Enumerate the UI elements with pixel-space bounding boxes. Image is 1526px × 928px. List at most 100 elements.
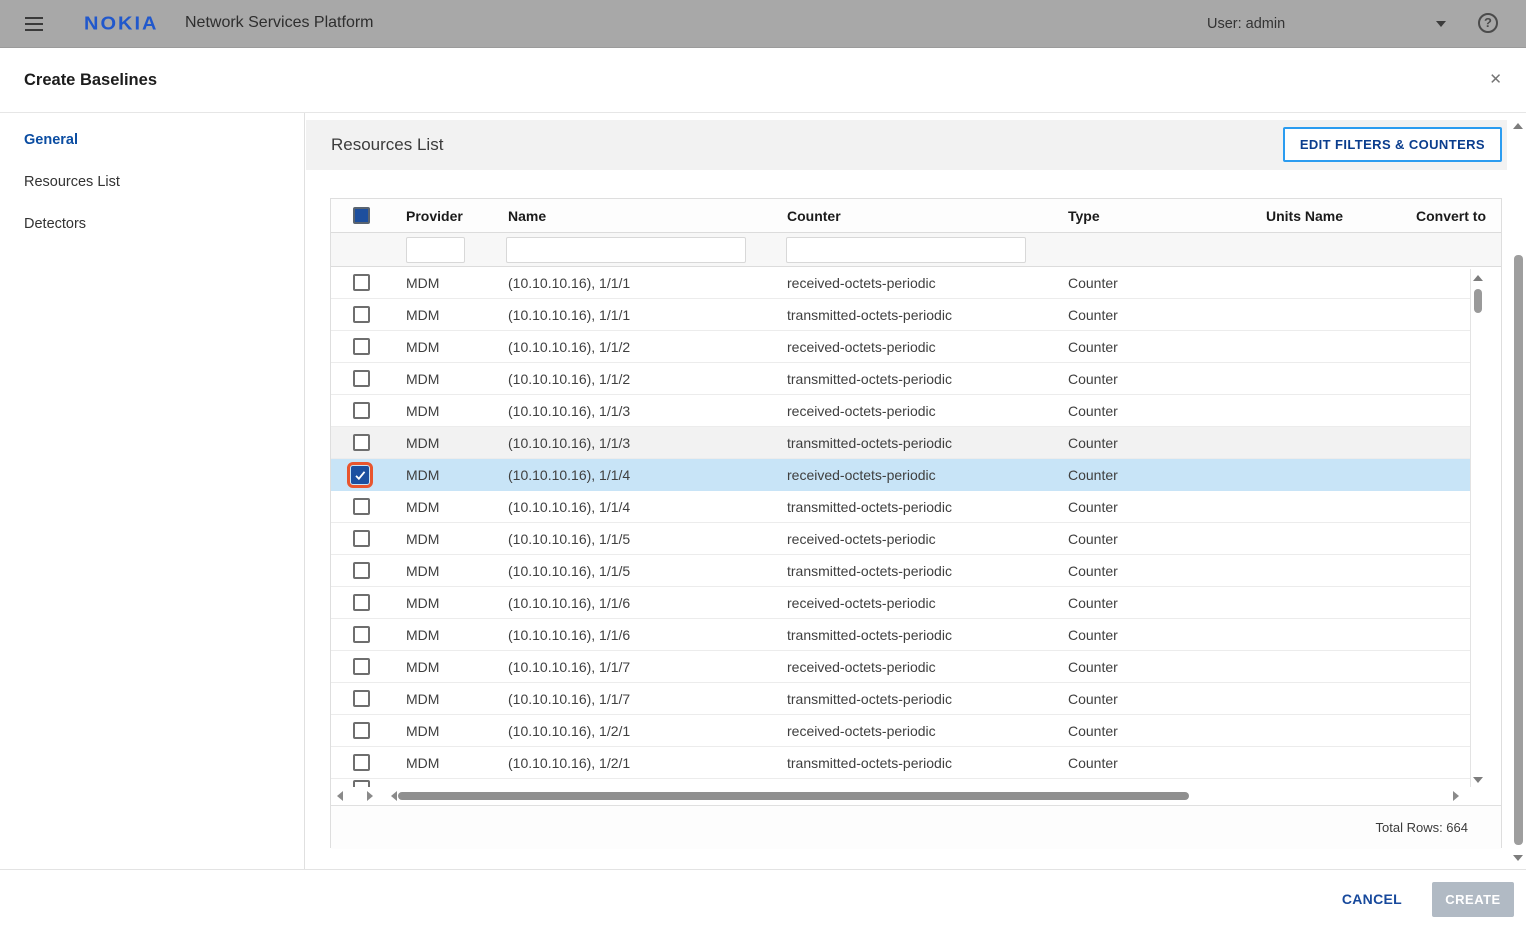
row-checkbox[interactable]: [353, 626, 370, 643]
user-menu-caret-icon[interactable]: [1436, 21, 1446, 27]
section-title: Resources List: [331, 135, 443, 155]
close-icon[interactable]: ✕: [1489, 70, 1502, 88]
column-header-units-name[interactable]: Units Name: [1266, 199, 1416, 232]
column-header-type[interactable]: Type: [1068, 199, 1266, 232]
row-checkbox[interactable]: [353, 338, 370, 355]
cell-counter: received-octets-periodic: [787, 651, 1068, 682]
cell-units: [1266, 299, 1416, 330]
nokia-logo: NOKIA: [84, 14, 158, 35]
table-row[interactable]: MDM(10.10.10.16), 1/1/3transmitted-octet…: [331, 427, 1470, 459]
cell-name: (10.10.10.16), 1/1/4: [508, 491, 787, 522]
table-row[interactable]: MDM(10.10.10.16), 1/1/2transmitted-octet…: [331, 363, 1470, 395]
cell-type: Counter: [1068, 363, 1266, 394]
cell-provider: MDM: [406, 619, 508, 650]
cell-provider: MDM: [406, 523, 508, 554]
cell-provider: MDM: [406, 555, 508, 586]
cell-counter: transmitted-octets-periodic: [787, 683, 1068, 714]
row-checkbox[interactable]: [353, 722, 370, 739]
cell-provider: MDM: [406, 331, 508, 362]
select-all-checkbox[interactable]: [353, 207, 370, 224]
cell-convert: [1416, 587, 1501, 618]
row-checkbox[interactable]: [353, 530, 370, 547]
column-header-convert-to[interactable]: Convert to: [1416, 199, 1501, 232]
table-row[interactable]: MDM(10.10.10.16), 1/1/7transmitted-octet…: [331, 683, 1470, 715]
edit-filters-counters-button[interactable]: EDIT FILTERS & COUNTERS: [1283, 127, 1502, 162]
table-row[interactable]: MDM(10.10.10.16), 1/1/5transmitted-octet…: [331, 555, 1470, 587]
row-checkbox[interactable]: [353, 274, 370, 291]
cell-type: Counter: [1068, 395, 1266, 426]
row-checkbox-checked[interactable]: [351, 466, 369, 484]
row-checkbox[interactable]: [353, 594, 370, 611]
cell-convert: [1416, 619, 1501, 650]
cell-provider: MDM: [406, 459, 508, 490]
scroll-down-icon[interactable]: [1473, 777, 1483, 783]
row-checkbox[interactable]: [353, 658, 370, 675]
cell-type: Counter: [1068, 747, 1266, 778]
vertical-scroll-thumb[interactable]: [1474, 289, 1482, 313]
table-row[interactable]: MDM(10.10.10.16), 1/1/6received-octets-p…: [331, 587, 1470, 619]
column-header-counter[interactable]: Counter: [787, 199, 1068, 232]
cell-name: (10.10.10.16), 1/2/1: [508, 715, 787, 746]
row-checkbox[interactable]: [353, 402, 370, 419]
row-checkbox[interactable]: [353, 434, 370, 451]
row-checkbox[interactable]: [353, 370, 370, 387]
cell-convert: [1416, 555, 1501, 586]
name-filter-input[interactable]: [506, 237, 746, 263]
horizontal-scroll-thumb[interactable]: [398, 792, 1189, 800]
table-vertical-scrollbar: [1470, 269, 1485, 787]
cell-type: Counter: [1068, 299, 1266, 330]
pinned-scroll-left-icon[interactable]: [337, 791, 343, 801]
row-checkbox[interactable]: [353, 754, 370, 771]
cell-convert: [1416, 427, 1501, 458]
column-header-name[interactable]: Name: [508, 199, 787, 232]
cell-units: [1266, 459, 1416, 490]
help-icon[interactable]: ?: [1478, 13, 1498, 33]
sidebar-item-general[interactable]: General: [24, 132, 304, 154]
cell-name: (10.10.10.16), 1/1/1: [508, 267, 787, 298]
cell-convert: [1416, 267, 1501, 298]
cell-type: Counter: [1068, 491, 1266, 522]
dialog-scroll-up-icon[interactable]: [1513, 123, 1523, 129]
row-checkbox[interactable]: [353, 306, 370, 323]
sidebar-item-resources-list[interactable]: Resources List: [24, 174, 304, 196]
row-checkbox[interactable]: [353, 780, 370, 787]
table-row[interactable]: MDM(10.10.10.16), 1/1/1transmitted-octet…: [331, 299, 1470, 331]
scroll-up-icon[interactable]: [1473, 275, 1483, 281]
dialog-scroll-thumb[interactable]: [1514, 255, 1523, 845]
pinned-scroll-right-icon[interactable]: [367, 791, 373, 801]
table-row[interactable]: MDM(10.10.10.16), 1/1/5received-octets-p…: [331, 523, 1470, 555]
row-checkbox[interactable]: [353, 562, 370, 579]
cell-name: (10.10.10.16), 1/1/2: [508, 363, 787, 394]
cancel-button[interactable]: CANCEL: [1342, 891, 1402, 907]
cell-type: Counter: [1068, 523, 1266, 554]
row-checkbox[interactable]: [353, 498, 370, 515]
hamburger-menu-icon[interactable]: [25, 17, 43, 31]
scroll-left-icon[interactable]: [391, 791, 397, 801]
table-row[interactable]: MDM(10.10.10.16), 1/1/6transmitted-octet…: [331, 619, 1470, 651]
cell-counter: received-octets-periodic: [787, 523, 1068, 554]
create-button[interactable]: CREATE: [1432, 882, 1514, 917]
cell-name: (10.10.10.16), 1/1/1: [508, 299, 787, 330]
cell-provider: MDM: [406, 395, 508, 426]
cell-counter: received-octets-periodic: [787, 395, 1068, 426]
table-row[interactable]: MDM(10.10.10.16), 1/2/1received-octets-p…: [331, 715, 1470, 747]
table-row[interactable]: MDM(10.10.10.16), 1/1/7received-octets-p…: [331, 651, 1470, 683]
dialog-scroll-down-icon[interactable]: [1513, 855, 1523, 861]
table-row[interactable]: MDM(10.10.10.16), 1/2/1transmitted-octet…: [331, 747, 1470, 779]
provider-filter-input[interactable]: [406, 237, 465, 263]
table-row[interactable]: MDM(10.10.10.16), 1/1/1received-octets-p…: [331, 267, 1470, 299]
table-row[interactable]: MDM(10.10.10.16), 1/1/3received-octets-p…: [331, 395, 1470, 427]
row-checkbox[interactable]: [353, 690, 370, 707]
cell-units: [1266, 523, 1416, 554]
table-row[interactable]: MDM(10.10.10.16), 1/1/2received-octets-p…: [331, 331, 1470, 363]
table-row[interactable]: MDM(10.10.10.16), 1/1/4transmitted-octet…: [331, 491, 1470, 523]
column-header-provider[interactable]: Provider: [406, 199, 508, 232]
app-title: Network Services Platform: [185, 14, 374, 32]
row-checkbox-focus-ring[interactable]: [347, 462, 373, 488]
counter-filter-input[interactable]: [786, 237, 1026, 263]
scroll-right-icon[interactable]: [1453, 791, 1459, 801]
sidebar-item-detectors[interactable]: Detectors: [24, 216, 304, 238]
table-row[interactable]: MDM(10.10.10.16), 1/1/4received-octets-p…: [331, 459, 1470, 491]
cell-units: [1266, 715, 1416, 746]
cell-counter: received-octets-periodic: [787, 587, 1068, 618]
